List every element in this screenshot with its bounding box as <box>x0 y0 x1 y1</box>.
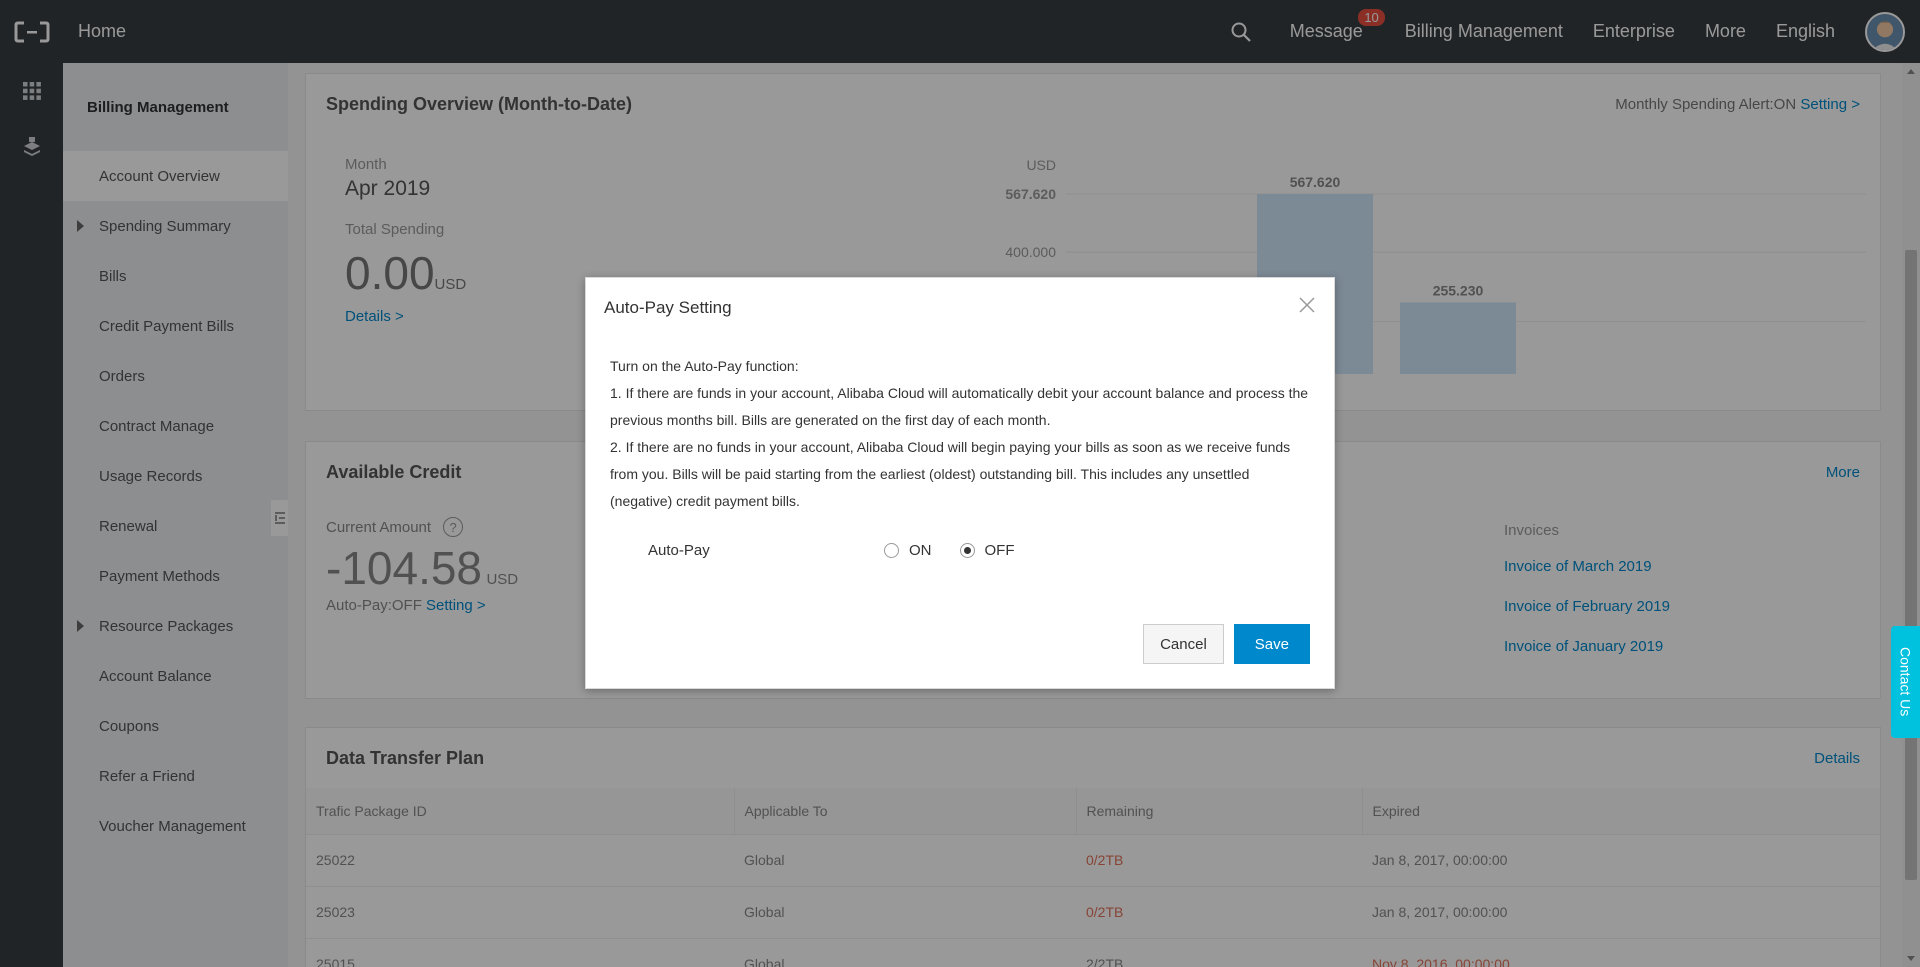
autopay-off-label: OFF <box>984 541 1015 559</box>
dialog-body: Turn on the Auto-Pay function: 1. If the… <box>586 353 1334 515</box>
dialog-point-1: 1. If there are funds in your account, A… <box>610 385 1309 428</box>
dialog-intro: Turn on the Auto-Pay function: <box>610 358 799 374</box>
dialog-point-2: 2. If there are no funds in your account… <box>610 439 1291 509</box>
cancel-button[interactable]: Cancel <box>1143 624 1224 664</box>
close-icon[interactable] <box>1298 296 1316 314</box>
contact-us-tab[interactable]: Contact Us <box>1891 626 1920 738</box>
autopay-on-label: ON <box>909 541 932 559</box>
autopay-row: Auto-Pay ON OFF <box>586 535 1334 565</box>
save-button[interactable]: Save <box>1233 624 1310 664</box>
dialog-title: Auto-Pay Setting <box>604 298 732 317</box>
autopay-off-radio[interactable]: OFF <box>959 541 1015 559</box>
radio-circle-icon <box>884 542 899 558</box>
autopay-on-radio[interactable]: ON <box>884 542 932 559</box>
autopay-setting-dialog: Auto-Pay Setting Turn on the Auto-Pay fu… <box>585 277 1335 689</box>
radio-selected-icon <box>959 542 975 558</box>
autopay-label: Auto-Pay <box>648 541 710 559</box>
